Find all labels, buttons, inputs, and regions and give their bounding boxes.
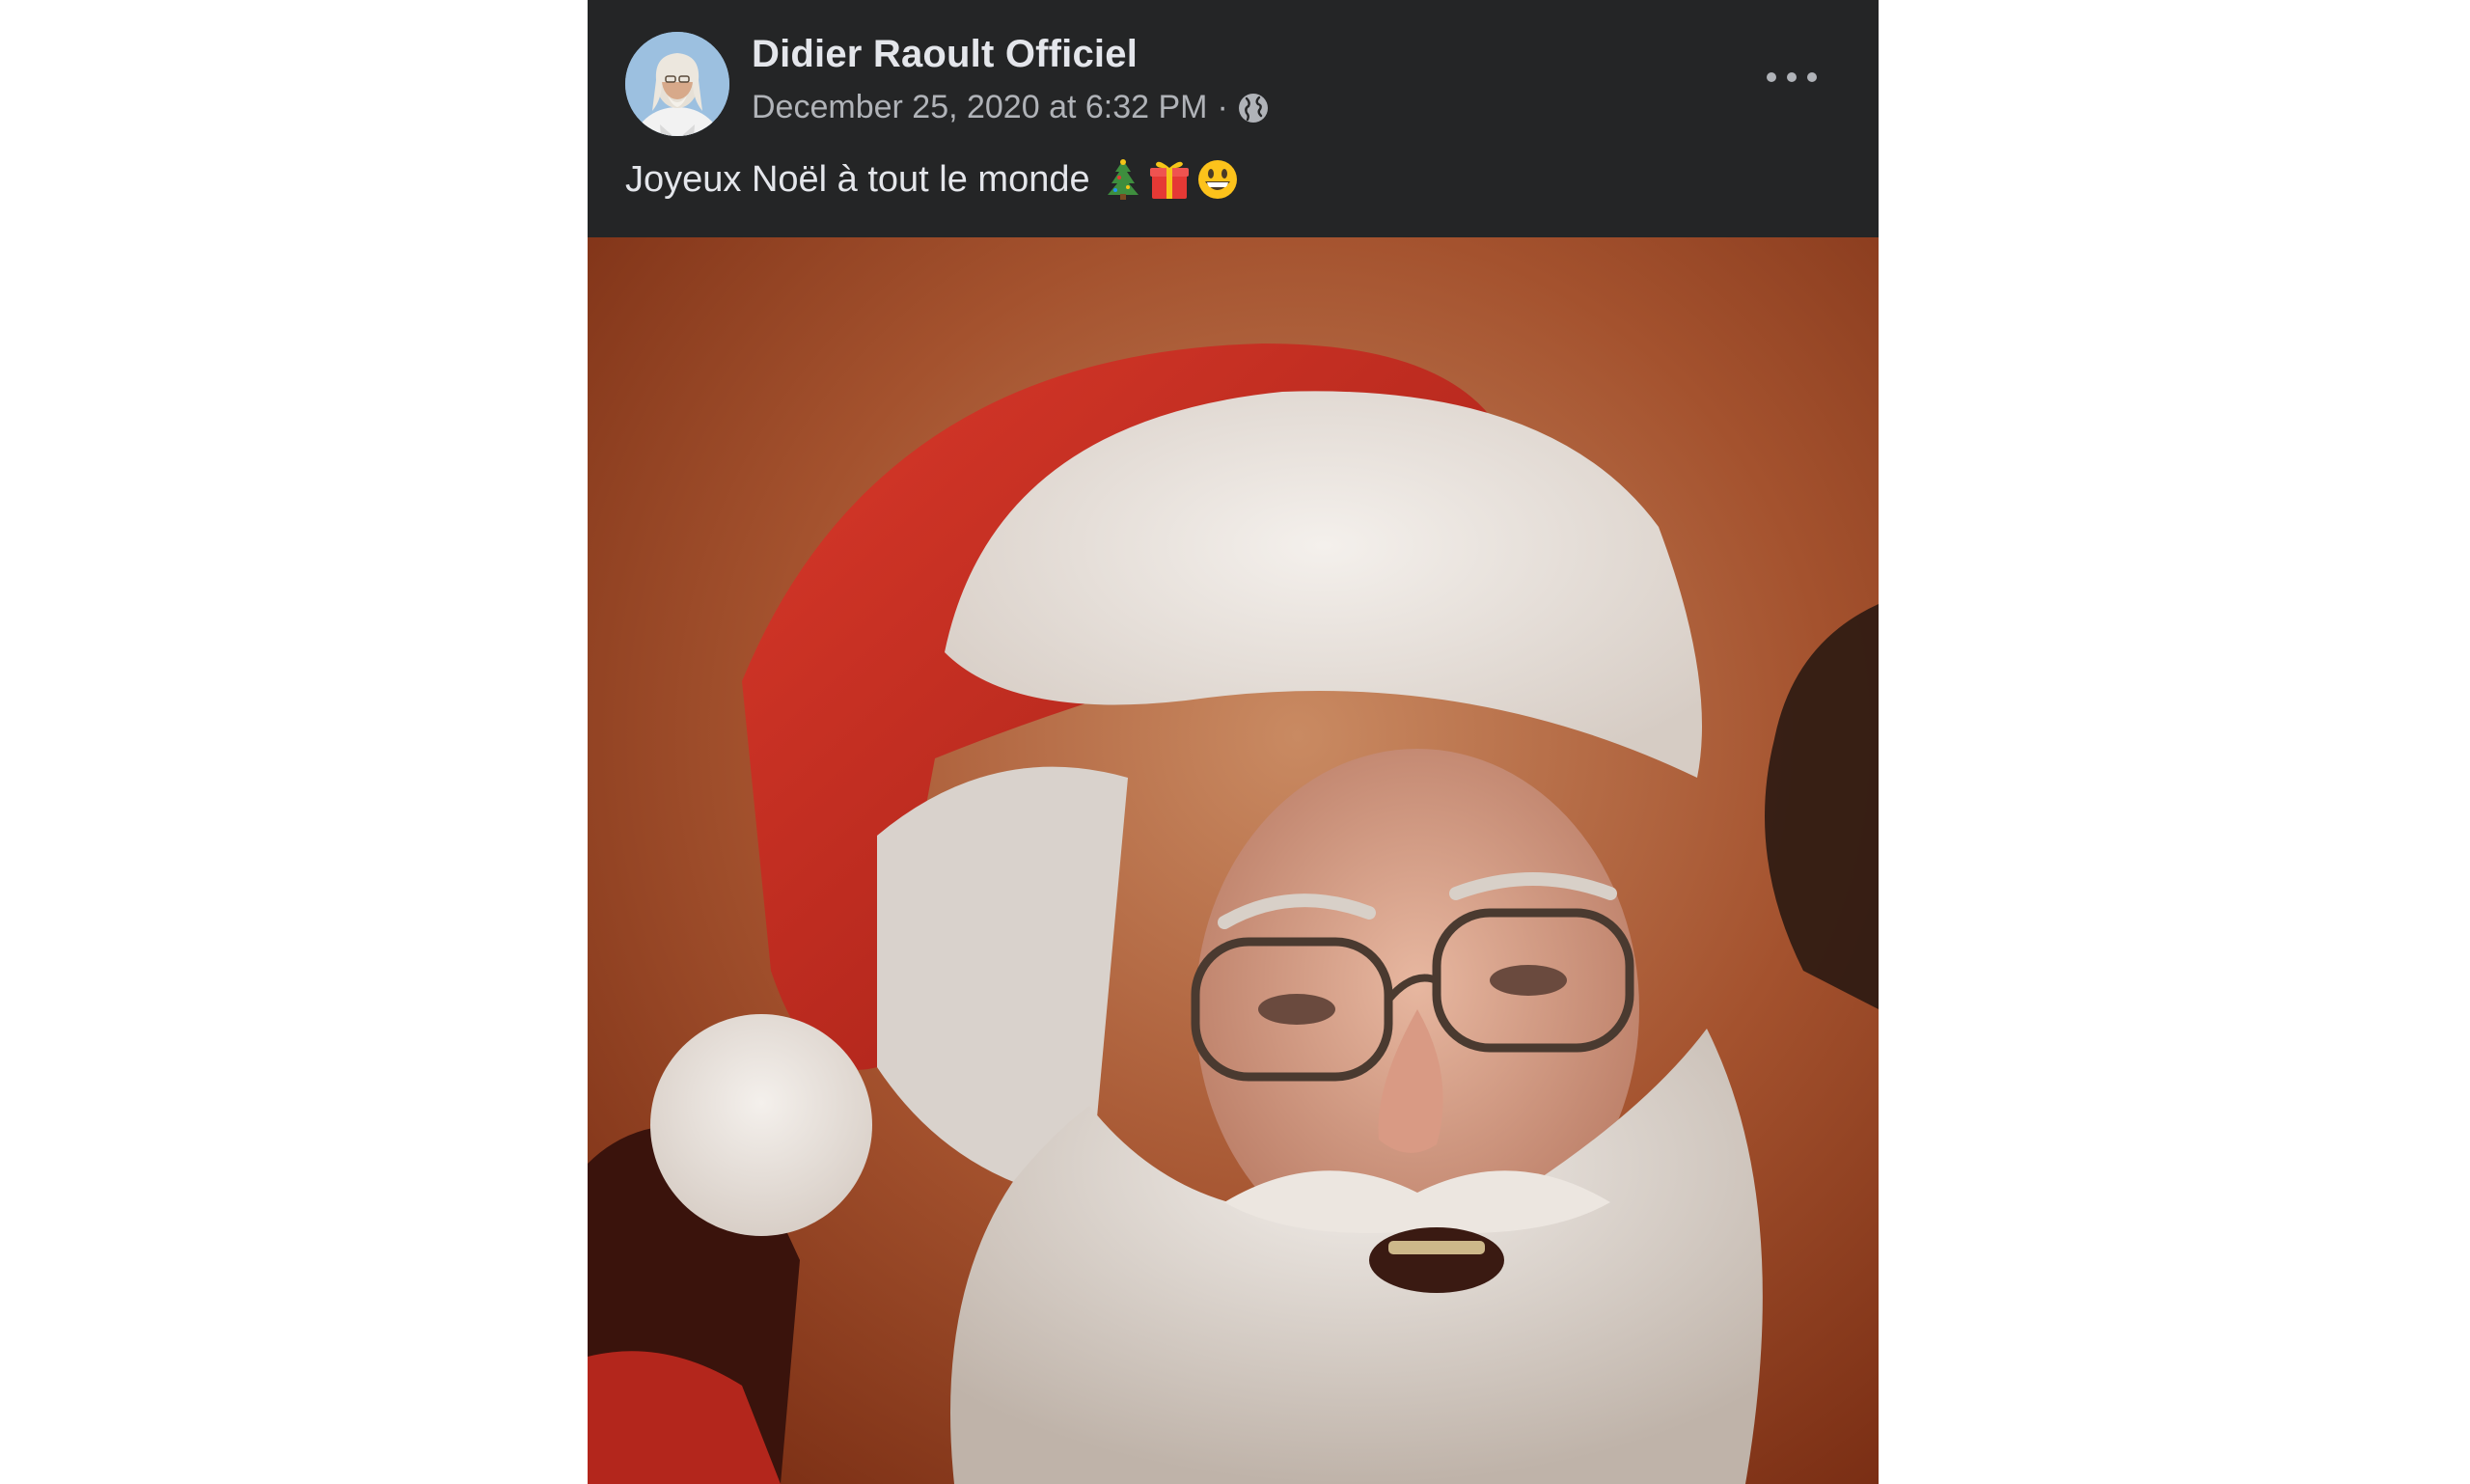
facebook-post: Didier Raoult Officiel December 25, 2020… [588, 0, 1879, 1484]
globe-icon [1238, 93, 1268, 123]
post-text: Joyeux Noël à tout le monde [625, 158, 1090, 200]
dot [1807, 72, 1817, 82]
author-avatar[interactable] [625, 32, 729, 136]
post-timestamp[interactable]: December 25, 2020 at 6:32 PM [752, 89, 1208, 126]
meta-separator: · [1217, 89, 1228, 125]
grinning-face-icon [1197, 160, 1237, 199]
dot [1767, 72, 1776, 82]
post-photo[interactable] [588, 237, 1879, 1484]
christmas-tree-icon [1107, 159, 1139, 200]
emoji-group [1104, 158, 1239, 201]
avatar-photo [625, 32, 729, 136]
dot [1787, 72, 1797, 82]
more-options-icon[interactable] [1767, 60, 1817, 95]
post-header: Didier Raoult Officiel December 25, 2020… [588, 0, 1879, 237]
post-meta: December 25, 2020 at 6:32 PM · [752, 89, 1269, 126]
author-name[interactable]: Didier Raoult Officiel [752, 33, 1138, 76]
post-message: Joyeux Noël à tout le monde [625, 158, 1239, 201]
santa-portrait-image [588, 237, 1879, 1484]
gift-icon [1149, 161, 1189, 199]
